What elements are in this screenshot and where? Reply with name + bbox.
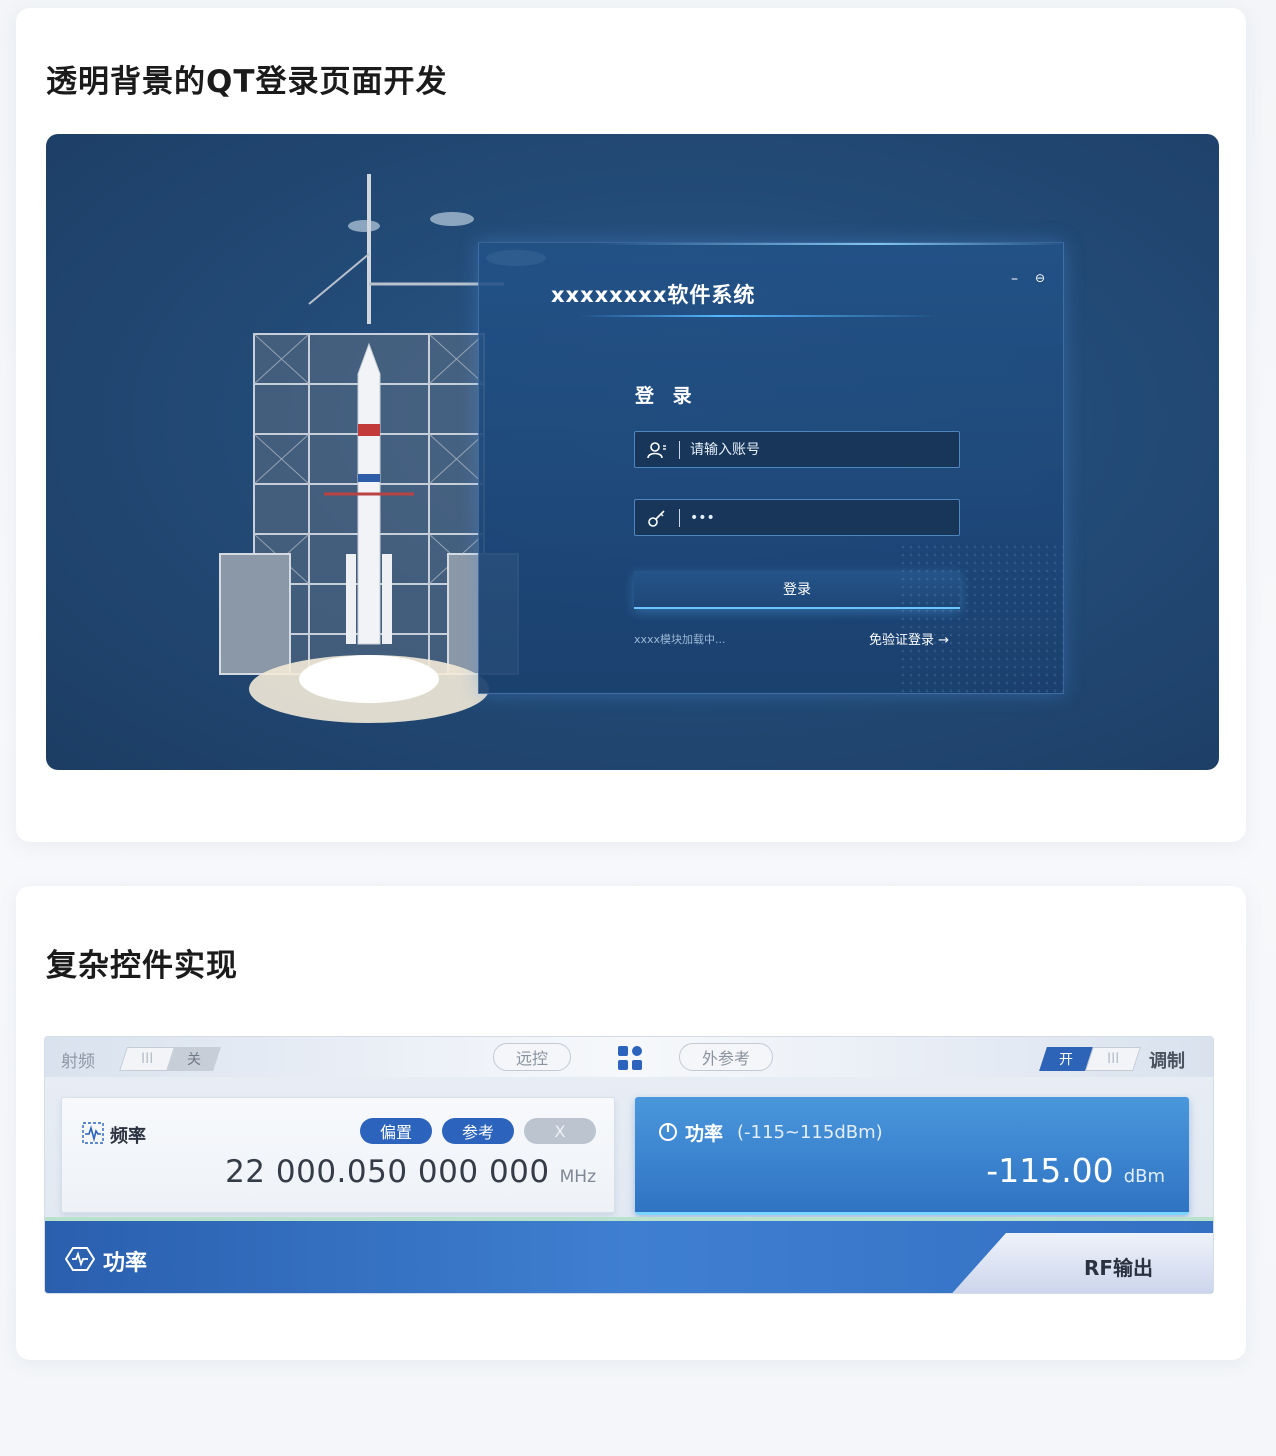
pulse-icon <box>64 1246 96 1276</box>
toggle-grip: III <box>1085 1047 1141 1071</box>
username-field[interactable] <box>634 431 960 468</box>
offset-tag-button[interactable]: 偏置 <box>360 1118 432 1144</box>
toggle-grip: III <box>119 1047 175 1071</box>
x-tag-button[interactable]: X <box>524 1118 596 1144</box>
frequency-label: 频率 <box>110 1126 146 1147</box>
frequency-readout: 22 000.050 000 000 MHz <box>225 1154 596 1190</box>
bottom-section-bar: 功率 RF输出 <box>45 1217 1213 1293</box>
panel-glow <box>599 243 1063 245</box>
power-panel[interactable]: 功率 (-115~115dBm) -115.00 dBm <box>635 1097 1189 1215</box>
key-icon <box>635 500 679 535</box>
password-input[interactable] <box>690 509 959 526</box>
title-underline <box>579 315 939 317</box>
power-icon <box>657 1120 679 1146</box>
reference-tag-button[interactable]: 参考 <box>442 1118 514 1144</box>
frequency-unit: MHz <box>559 1167 596 1187</box>
exit-button[interactable]: ⊖ <box>1035 271 1045 285</box>
frequency-panel[interactable]: 频率 偏置 参考 X 22 000.050 000 000 MHz <box>61 1097 615 1213</box>
power-readout: -115.00 dBm <box>986 1151 1165 1190</box>
login-demo-card: 透明背景的QT登录页面开发 xxxxxxxx软件系统 – ⊖ 登 录 请输入账号… <box>16 8 1246 842</box>
password-field[interactable] <box>634 499 960 536</box>
section-title-control: 复杂控件实现 <box>46 948 238 984</box>
power-range: (-115~115dBm) <box>737 1122 883 1143</box>
waveform-icon <box>82 1122 104 1148</box>
loading-status: xxxx模块加载中... <box>634 633 726 646</box>
rf-output-button[interactable]: RF输出 <box>947 1233 1213 1293</box>
user-icon <box>635 432 679 467</box>
complex-control-card: 复杂控件实现 射频 III 关 远控 外参考 开 III 调制 频率 偏置 参考… <box>16 886 1246 1360</box>
rf-toggle[interactable]: III 关 <box>119 1047 221 1071</box>
power-unit: dBm <box>1123 1166 1165 1187</box>
frequency-value: 22 000.050 000 000 <box>225 1154 550 1190</box>
external-reference-button[interactable]: 外参考 <box>679 1043 774 1071</box>
remote-control-button[interactable]: 远控 <box>493 1043 572 1071</box>
login-panel: xxxxxxxx软件系统 – ⊖ 登 录 请输入账号 ••• 登录 xxxx模块… <box>478 242 1064 694</box>
minimize-button[interactable]: – <box>1011 271 1018 287</box>
modulation-label: 调制 <box>1149 1051 1185 1072</box>
rf-control-panel: 射频 III 关 远控 外参考 开 III 调制 频率 偏置 参考 X 22 0… <box>44 1036 1214 1294</box>
power-label: 功率 <box>685 1123 724 1145</box>
rf-output-label: RF输出 <box>1083 1255 1153 1280</box>
dot-pattern <box>899 543 1063 693</box>
power-header: 功率 (-115~115dBm) <box>657 1119 883 1146</box>
field-divider <box>679 508 680 527</box>
system-title: xxxxxxxx软件系统 <box>551 283 756 307</box>
login-window-preview: xxxxxxxx软件系统 – ⊖ 登 录 请输入账号 ••• 登录 xxxx模块… <box>46 134 1219 770</box>
modulation-toggle[interactable]: 开 III <box>1039 1047 1141 1071</box>
login-heading: 登 录 <box>635 385 698 407</box>
section-title-login: 透明背景的QT登录页面开发 <box>46 64 448 100</box>
frequency-header: 频率 <box>82 1122 146 1148</box>
toggle-state: 关 <box>167 1047 221 1071</box>
grid-menu-icon[interactable] <box>617 1045 643 1075</box>
rf-label: 射频 <box>61 1052 95 1072</box>
field-divider <box>679 440 680 459</box>
username-input[interactable] <box>690 441 959 458</box>
power-section-label: 功率 <box>64 1245 147 1277</box>
toggle-state: 开 <box>1039 1047 1093 1071</box>
power-value: -115.00 <box>986 1151 1114 1190</box>
